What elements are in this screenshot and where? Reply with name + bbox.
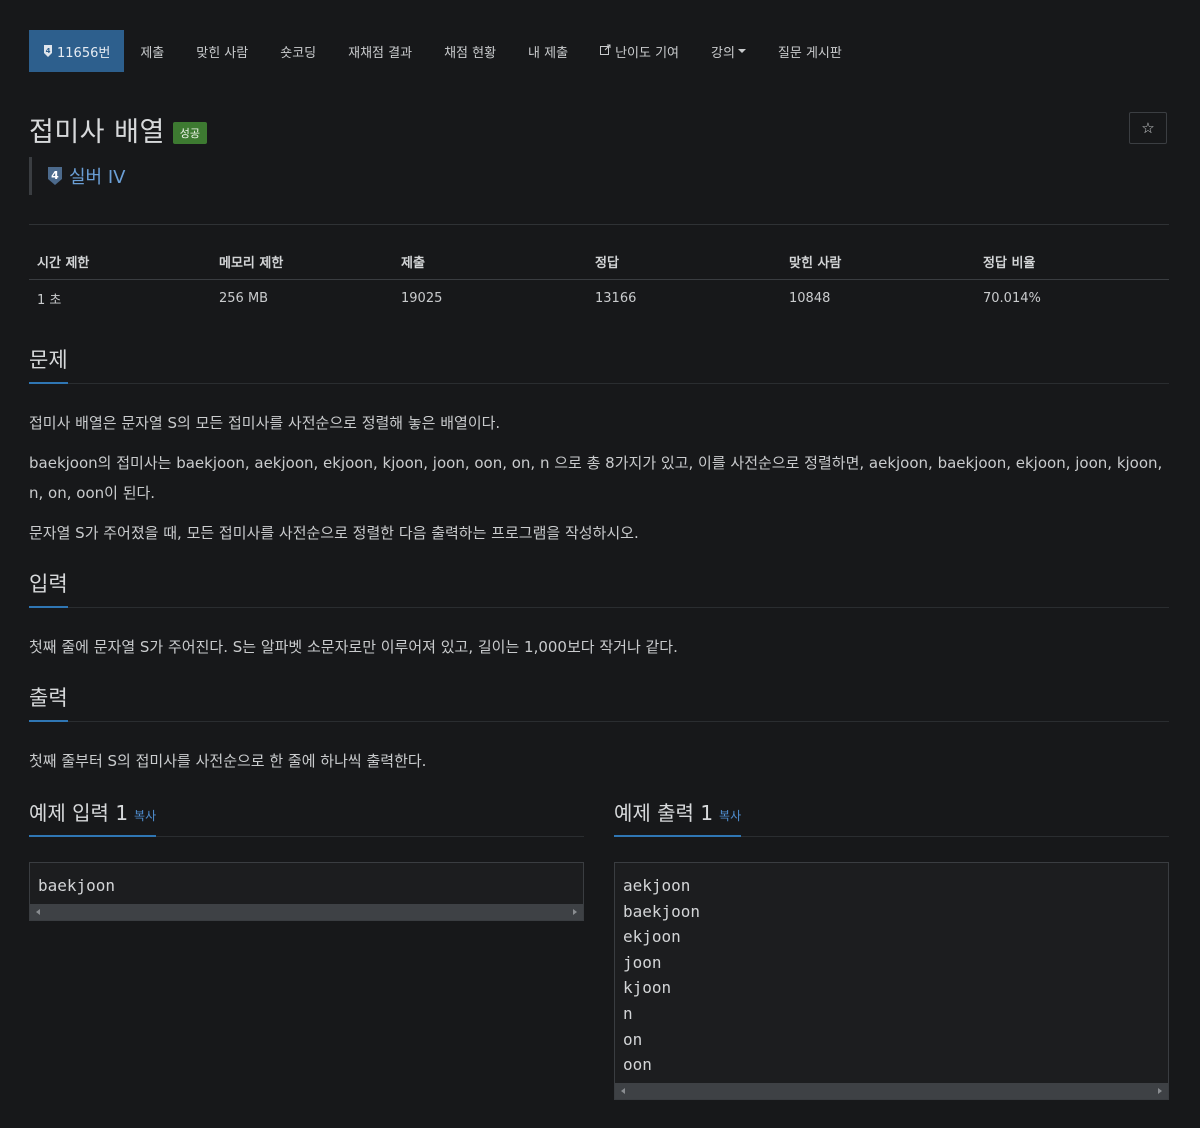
description-section-header: 문제: [29, 345, 1169, 384]
star-icon: ☆: [1141, 119, 1155, 137]
output-description: 첫째 줄부터 S의 접미사를 사전순으로 한 줄에 하나씩 출력한다.: [29, 752, 427, 770]
problem-info-table: 시간 제한 메모리 제한 제출 정답 맞힌 사람 정답 비율 1 초 256 M…: [29, 244, 1169, 316]
accepted-value: 13166: [595, 290, 637, 306]
tab-short-coding[interactable]: 숏코딩: [264, 30, 332, 72]
memory-limit-value: 256 MB: [219, 290, 269, 306]
sample-output-header: 예제 출력 1 복사: [614, 798, 1169, 837]
sample-output-title: 예제 출력 1: [614, 801, 714, 825]
horizontal-scrollbar[interactable]: [30, 904, 583, 920]
scroll-right-icon[interactable]: [1158, 1088, 1162, 1094]
description-title: 문제: [29, 345, 68, 384]
sample-input-title: 예제 입력 1: [29, 801, 129, 825]
caret-down-icon: [737, 49, 746, 53]
description-paragraph: 접미사 배열은 문자열 S의 모든 접미사를 사전순으로 정렬해 놓은 배열이다…: [29, 414, 501, 432]
tab-difficulty[interactable]: 난이도 기여: [584, 30, 695, 72]
column-header: 정답: [595, 256, 619, 271]
input-title: 입력: [29, 569, 68, 608]
favorite-button[interactable]: ☆: [1129, 112, 1167, 144]
time-limit-value: 1 초: [37, 292, 62, 308]
tab-my-submissions[interactable]: 내 제출: [512, 30, 584, 72]
scroll-left-icon[interactable]: [621, 1088, 625, 1094]
submissions-value: 19025: [401, 290, 443, 306]
scroll-left-icon[interactable]: [36, 909, 40, 915]
column-header: 맞힌 사람: [789, 256, 842, 271]
copy-button[interactable]: 복사: [134, 809, 156, 823]
output-title: 출력: [29, 683, 68, 722]
sample-input-header: 예제 입력 1 복사: [29, 798, 584, 837]
svg-text:4: 4: [51, 169, 59, 182]
table-header-row: 시간 제한 메모리 제한 제출 정답 맞힌 사람 정답 비율: [29, 244, 1169, 280]
page-title: 접미사 배열: [29, 117, 165, 148]
column-header: 시간 제한: [37, 256, 90, 271]
sample-input-box: baekjoon: [29, 862, 584, 921]
problem-nav: 4 11656번 제출 맞힌 사람 숏코딩 재채점 결과 채점 현황 내 제출 …: [29, 30, 858, 72]
tab-lectures[interactable]: 강의: [695, 30, 762, 72]
tab-board[interactable]: 질문 게시판: [762, 30, 858, 72]
description-paragraph: 문자열 S가 주어졌을 때, 모든 접미사를 사전순으로 정렬한 다음 출력하는…: [29, 524, 639, 542]
column-header: 메모리 제한: [219, 256, 284, 271]
sample-input-section: 예제 입력 1 복사: [29, 798, 584, 837]
silver-tier-icon: 4: [48, 167, 62, 185]
solved-users-value: 10848: [789, 290, 831, 306]
tab-lectures-label: 강의: [711, 45, 735, 61]
divider: [29, 224, 1169, 225]
silver-tier-icon: 4: [44, 45, 52, 57]
table-row: 1 초 256 MB 19025 13166 10848 70.014%: [29, 280, 1169, 316]
column-header: 제출: [401, 256, 425, 271]
tab-problem-label: 11656번: [57, 45, 111, 61]
svg-text:4: 4: [46, 47, 51, 55]
scroll-right-icon[interactable]: [573, 909, 577, 915]
sample-output-box: aekjoon baekjoon ekjoon joon kjoon n on …: [614, 862, 1169, 1100]
sample-output-title-wrap: 예제 출력 1 복사: [614, 798, 742, 837]
sample-input-content: baekjoon: [38, 876, 116, 895]
sample-output-content: aekjoon baekjoon ekjoon joon kjoon n on …: [623, 876, 701, 1075]
description-paragraph: baekjoon의 접미사는 baekjoon, aekjoon, ekjoon…: [29, 454, 1163, 502]
horizontal-scrollbar[interactable]: [615, 1083, 1168, 1099]
input-section-header: 입력: [29, 569, 1169, 608]
copy-button[interactable]: 복사: [719, 809, 741, 823]
title-row: 접미사 배열 성공: [29, 110, 208, 149]
external-link-icon: [600, 44, 611, 58]
sample-input-title-wrap: 예제 입력 1 복사: [29, 798, 157, 837]
input-description: 첫째 줄에 문자열 S가 주어진다. S는 알파벳 소문자로만 이루어져 있고,…: [29, 638, 678, 656]
tab-status[interactable]: 채점 현황: [428, 30, 512, 72]
tab-rejudge[interactable]: 재채점 결과: [332, 30, 428, 72]
tier-block: 4 실버 IV: [29, 157, 125, 195]
sample-output-section: 예제 출력 1 복사: [614, 798, 1169, 837]
output-section-header: 출력: [29, 683, 1169, 722]
tab-problem[interactable]: 4 11656번: [29, 30, 125, 72]
tier-label[interactable]: 실버 IV: [69, 163, 125, 189]
tab-submit[interactable]: 제출: [124, 30, 180, 72]
tab-difficulty-label: 난이도 기여: [615, 45, 679, 61]
status-badge: 성공: [172, 121, 208, 144]
column-header: 정답 비율: [983, 256, 1036, 271]
tab-solved-users[interactable]: 맞힌 사람: [180, 30, 264, 72]
accept-ratio-value: 70.014%: [983, 290, 1041, 306]
